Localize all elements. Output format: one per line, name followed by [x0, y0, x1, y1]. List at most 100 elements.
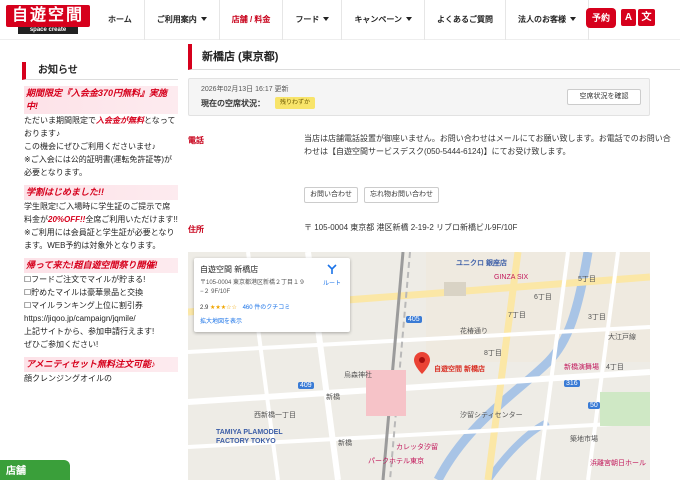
store-chat-button[interactable]: 店舗 — [0, 460, 70, 480]
status-updated-time: 2026年02月13日 16:17 更新 — [201, 86, 289, 93]
news-title: お知らせ — [22, 62, 178, 80]
store-detail: 新橋店 (東京都) 2026年02月13日 16:17 更新 現在の空席状況： … — [188, 44, 680, 234]
map-label-kaori: 花椿通り — [460, 328, 488, 335]
nav-item-label: 法人のお客様 — [518, 15, 567, 24]
map-card-rating: 2.9 ★★★☆☆ 460 件のクチコミ — [200, 302, 290, 311]
map-card-title: 自遊空間 新橋店 — [200, 265, 259, 274]
directions-icon — [327, 264, 337, 274]
status-label: 現在の空席状況： — [201, 99, 265, 108]
logo-text: 自遊空間 — [6, 5, 90, 27]
address-text: 〒 105-0004 東京都 港区新橋 2-19-2 リブロ新橋ビル9F/10F — [304, 223, 518, 232]
map-label-tsukiji: 築地市場 — [570, 436, 598, 443]
promo-text-part: 全席ご利用いただけます!! — [85, 215, 178, 224]
rating-value: 2.9 — [200, 305, 209, 311]
nav-item-3[interactable]: フード — [283, 0, 343, 40]
map-label-tamiya: TAMIYA PLAMODEL FACTORY TOKYO — [216, 429, 283, 445]
map-label-caretta: カレッタ汐留 — [396, 444, 438, 451]
font-size-button[interactable]: A — [621, 9, 636, 26]
site-header: 自遊空間 space create ホーム ご利用案内 店舗 / 料金 フード キャンペ… — [0, 0, 680, 40]
promo-highlight: 20%OFF!! — [48, 215, 86, 224]
seat-status-box: 2026年02月13日 16:17 更新 現在の空席状況： 残りわずか 空席状況… — [188, 78, 650, 116]
promo-text-line: ☐マイルランキング上位に割引券 — [24, 301, 143, 310]
chevron-down-icon — [200, 17, 207, 21]
chevron-down-icon — [570, 17, 577, 21]
address-label: 住所 — [188, 225, 204, 234]
site-logo[interactable]: 自遊空間 space create — [6, 5, 90, 35]
nav-item-label: 店舗 / 料金 — [231, 15, 271, 24]
promo-heading-membership: 期間限定『入会金370円無料』実施中! — [24, 86, 178, 114]
map-label-theater: 新橋演舞場 — [564, 364, 599, 371]
main-nav: ホーム ご利用案内 店舗 / 料金 フード キャンペーン よくあるご質問 法人のお客様 — [96, 0, 590, 40]
promo-text-note: ※ご利用には会員証と学生証が必要となります。WEB予約は対象外となります。 — [24, 228, 175, 250]
map-label-park-hotel: パークホテル東京 — [368, 458, 424, 465]
promo-text-line: ☐フードご注文でマイルが貯まる! — [24, 275, 146, 284]
nav-item-5[interactable]: よくあるご質問 — [425, 0, 507, 40]
map-road-316: 316 — [564, 380, 580, 387]
route-label: ルート — [322, 281, 341, 287]
map-label-shinbashi-bottom: 新橋 — [338, 440, 352, 447]
map-label-karasumori: 烏森神社 — [344, 372, 372, 379]
map-label-nishi-shinbashi: 西新橋一丁目 — [254, 412, 296, 419]
map-label-5chome: 5丁目 — [578, 276, 596, 283]
reviews-link[interactable]: 460 件のクチコミ — [243, 305, 291, 311]
promo-text-line: この機会にぜひご利用くださいませ♪ — [24, 142, 156, 151]
map-pin-icon[interactable] — [414, 352, 430, 374]
inquiry-button[interactable]: お問い合わせ — [304, 187, 358, 203]
nav-item-1[interactable]: ご利用案内 — [145, 0, 220, 40]
promo-heading-amenity: アメニティセット無料注文可能♪ — [24, 357, 178, 372]
nav-item-6[interactable]: 法人のお客様 — [506, 0, 590, 40]
promo-text-membership: ただいま期間限定で入会金が無料となっております♪ — [24, 114, 178, 140]
language-button[interactable]: 文 — [638, 9, 655, 26]
map-label-hamarikyu: 浜離宮朝日ホール — [590, 460, 646, 467]
news-sidebar: お知らせ 期間限定『入会金370円無料』実施中! ただいま期間限定で入会金が無料… — [22, 62, 178, 385]
chevron-down-icon — [323, 17, 330, 21]
promo-text-amenity: 顔クレンジングオイルの — [24, 374, 112, 383]
map-road-50: 50 — [588, 402, 600, 409]
promo-text-student: 学生限定!ご入場時に学生証のご提示で席料金が20%OFF!!全席ご利用いただけま… — [24, 200, 178, 226]
nav-item-label: ご利用案内 — [156, 15, 197, 24]
nav-item-label: ホーム — [108, 15, 132, 24]
map-label-ginza-six: GINZA SIX — [494, 274, 529, 281]
check-seats-button[interactable]: 空席状況を確認 — [567, 89, 641, 105]
phone-label: 電話 — [188, 136, 204, 145]
lost-item-button[interactable]: 忘れ物お問い合わせ — [364, 187, 439, 203]
nav-item-label: よくあるご質問 — [437, 15, 494, 24]
star-icon: ★★★☆☆ — [210, 305, 237, 311]
promo-text-line: 上記サイトから、参加申請行えます! — [24, 327, 155, 336]
map-info-card: 自遊空間 新橋店 〒105-0004 東京都港区新橋２丁目１９−２ 9F/10F… — [194, 258, 350, 332]
promo-text-note: ※ご入会には公的証明書(運転免許証等)が必要となります。 — [24, 155, 173, 177]
map-label-6chome: 6丁目 — [534, 294, 552, 301]
map-label-4chome: 4丁目 — [606, 364, 624, 371]
campaign-link[interactable]: https://jiqoo.jp/campaign/jqmile/ — [24, 312, 178, 325]
nav-item-label: フード — [295, 15, 320, 24]
nav-item-0[interactable]: ホーム — [96, 0, 145, 40]
promo-heading-student: 学割はじめました!! — [24, 185, 178, 200]
status-badge: 残りわずか — [275, 97, 316, 109]
phone-text: 当店は店舗電話設置が御座いません。お問い合わせはメールにてお願い致します。お電話… — [304, 134, 671, 156]
chevron-down-icon — [406, 17, 413, 21]
promo-text-line: ☐貯めたマイルは豪華景品と交換 — [24, 288, 144, 297]
nav-item-2[interactable]: 店舗 / 料金 — [220, 0, 284, 40]
map-label-shinbashi-station: 新橋 — [326, 394, 340, 401]
promo-text-part: ただいま期間限定で — [24, 116, 96, 125]
nav-item-label: キャンペーン — [354, 15, 403, 24]
reserve-button[interactable]: 予約 — [586, 8, 616, 28]
map-road-405: 405 — [406, 316, 422, 323]
map-label-7chome: 7丁目 — [508, 312, 526, 319]
store-title: 新橋店 (東京都) — [188, 44, 680, 70]
enlarge-map-link[interactable]: 拡大地図を表示 — [200, 316, 242, 325]
map-label-3chome: 3丁目 — [588, 314, 606, 321]
map-label-shiodome: 汐留シティセンター — [460, 412, 523, 419]
map-label-store: 自遊空間 新橋店 — [434, 366, 485, 373]
promo-heading-festival: 帰って来た!超自遊空間祭り開催! — [24, 258, 178, 273]
map-label-oedo: 大江戸線 — [608, 334, 636, 341]
route-button[interactable]: ルート — [318, 264, 346, 287]
promo-highlight: 入会金が無料 — [96, 116, 144, 125]
map-label-uniqlo: ユニクロ 銀座店 — [456, 260, 507, 267]
map-card-address: 〒105-0004 東京都港区新橋２丁目１９−２ 9F/10F — [200, 280, 306, 295]
promo-text-line: ぜひご参加ください! — [24, 340, 99, 349]
nav-item-4[interactable]: キャンペーン — [342, 0, 426, 40]
map-label-8chome: 8丁目 — [484, 350, 502, 357]
logo-subtext: space create — [18, 27, 78, 34]
map-road-409: 409 — [298, 382, 314, 389]
